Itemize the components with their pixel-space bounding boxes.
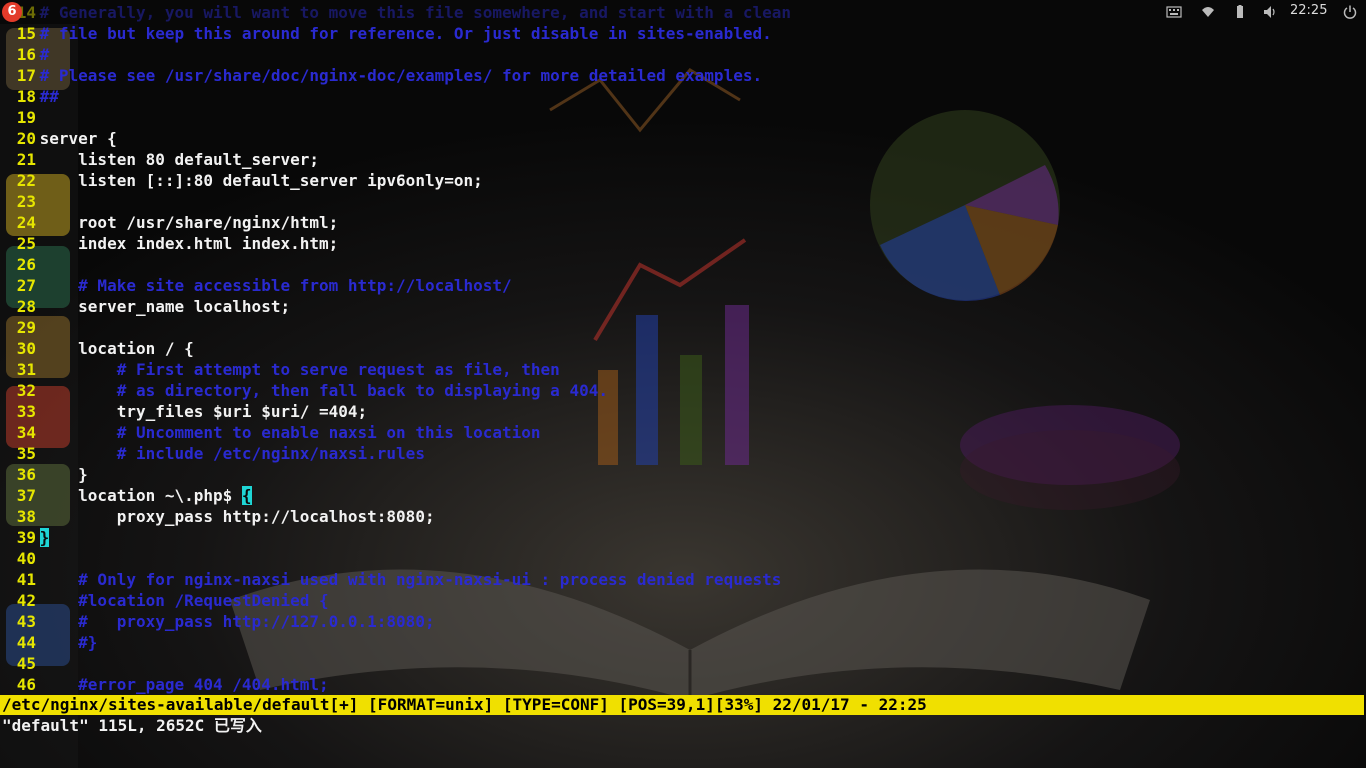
volume-icon[interactable] <box>1262 4 1278 20</box>
top-panel: 6 22:25 <box>0 0 1366 24</box>
editor-line[interactable]: 31 # First attempt to serve request as f… <box>0 359 560 380</box>
editor-line[interactable]: 19 <box>0 107 40 128</box>
matching-brace-highlight: } <box>39 528 50 547</box>
editor-line[interactable]: 38 proxy_pass http://localhost:8080; <box>0 506 435 527</box>
editor-line[interactable]: 23 <box>0 191 40 212</box>
code-text: listen [::]:80 default_server ipv6only=o… <box>30 171 483 190</box>
battery-icon[interactable] <box>1232 4 1248 20</box>
code-comment: # file but keep this around for referenc… <box>30 24 772 43</box>
editor-line[interactable]: 29 <box>0 317 40 338</box>
editor-line[interactable]: 35 # include /etc/nginx/naxsi.rules <box>0 443 425 464</box>
code-comment: # Only for nginx-naxsi used with nginx-n… <box>30 570 782 589</box>
code-text: server_name localhost; <box>30 297 291 316</box>
code-text: root /usr/share/nginx/html; <box>30 213 339 232</box>
editor-line[interactable]: 26 <box>0 254 40 275</box>
editor-line[interactable]: 17 # Please see /usr/share/doc/nginx-doc… <box>0 65 762 86</box>
editor-line[interactable]: 18 ## <box>0 86 59 107</box>
editor-line[interactable]: 21 listen 80 default_server; <box>0 149 319 170</box>
code-comment: #error_page 404 /404.html; <box>30 675 329 694</box>
code-comment: # First attempt to serve request as file… <box>30 360 560 379</box>
editor-line[interactable]: 22 listen [::]:80 default_server ipv6onl… <box>0 170 483 191</box>
code-comment: # Make site accessible from http://local… <box>30 276 512 295</box>
editor-line[interactable]: 20 server { <box>0 128 117 149</box>
editor-line[interactable]: 16 # <box>0 44 50 65</box>
code-comment: # Please see /usr/share/doc/nginx-doc/ex… <box>30 66 763 85</box>
code-text: location ~\.php$ <box>30 486 242 505</box>
keyboard-icon[interactable] <box>1166 4 1182 20</box>
editor-line[interactable]: 34 # Uncomment to enable naxsi on this l… <box>0 422 541 443</box>
editor-line[interactable]: 46 #error_page 404 /404.html; <box>0 674 329 695</box>
code-text: } <box>30 465 88 484</box>
editor-line[interactable]: 32 # as directory, then fall back to dis… <box>0 380 608 401</box>
code-text: server { <box>30 129 117 148</box>
editor-line[interactable]: 25 index index.html index.htm; <box>0 233 339 254</box>
code-text: location / { <box>30 339 194 358</box>
editor-line[interactable]: 42 #location /RequestDenied { <box>0 590 329 611</box>
code-comment: # include /etc/nginx/naxsi.rules <box>30 444 425 463</box>
code-text: try_files $uri $uri/ =404; <box>30 402 368 421</box>
editor-line[interactable]: 43 # proxy_pass http://127.0.0.1:8080; <box>0 611 435 632</box>
editor-line[interactable]: 41 # Only for nginx-naxsi used with ngin… <box>0 569 782 590</box>
code-comment: ## <box>30 87 59 106</box>
matching-brace-highlight: { <box>241 486 252 505</box>
editor-line[interactable]: 15 # file but keep this around for refer… <box>0 23 772 44</box>
editor-line[interactable]: 36 } <box>0 464 88 485</box>
code-text: index index.html index.htm; <box>30 234 339 253</box>
code-comment: #location /RequestDenied { <box>30 591 329 610</box>
editor-line[interactable]: 44 #} <box>0 632 98 653</box>
power-icon[interactable] <box>1342 4 1358 20</box>
code-comment: # proxy_pass http://127.0.0.1:8080; <box>30 612 435 631</box>
vim-command-line[interactable]: "default" 115L, 2652C 已写入 <box>2 715 262 737</box>
code-comment: # <box>30 45 50 64</box>
editor-line[interactable]: 24 root /usr/share/nginx/html; <box>0 212 339 233</box>
editor-line[interactable]: 27 # Make site accessible from http://lo… <box>0 275 512 296</box>
code-comment: # Uncomment to enable naxsi on this loca… <box>30 423 541 442</box>
clock[interactable]: 22:25 <box>1290 3 1327 18</box>
code-comment: #} <box>30 633 98 652</box>
editor-line[interactable]: 30 location / { <box>0 338 194 359</box>
vim-statusline: /etc/nginx/sites-available/default[+] [F… <box>0 695 1364 715</box>
netease-music-logo-icon[interactable]: 6 <box>2 2 22 22</box>
wifi-icon[interactable] <box>1200 4 1216 20</box>
editor-line[interactable]: 39 } <box>0 527 50 548</box>
editor-line[interactable]: 28 server_name localhost; <box>0 296 290 317</box>
code-comment: # as directory, then fall back to displa… <box>30 381 608 400</box>
editor-line[interactable]: 45 <box>0 653 40 674</box>
editor-line[interactable]: 33 try_files $uri $uri/ =404; <box>0 401 367 422</box>
code-text: proxy_pass http://localhost:8080; <box>30 507 435 526</box>
editor-line[interactable]: 40 <box>0 548 40 569</box>
code-text: listen 80 default_server; <box>30 150 319 169</box>
editor-line[interactable]: 37 location ~\.php$ { <box>0 485 252 506</box>
